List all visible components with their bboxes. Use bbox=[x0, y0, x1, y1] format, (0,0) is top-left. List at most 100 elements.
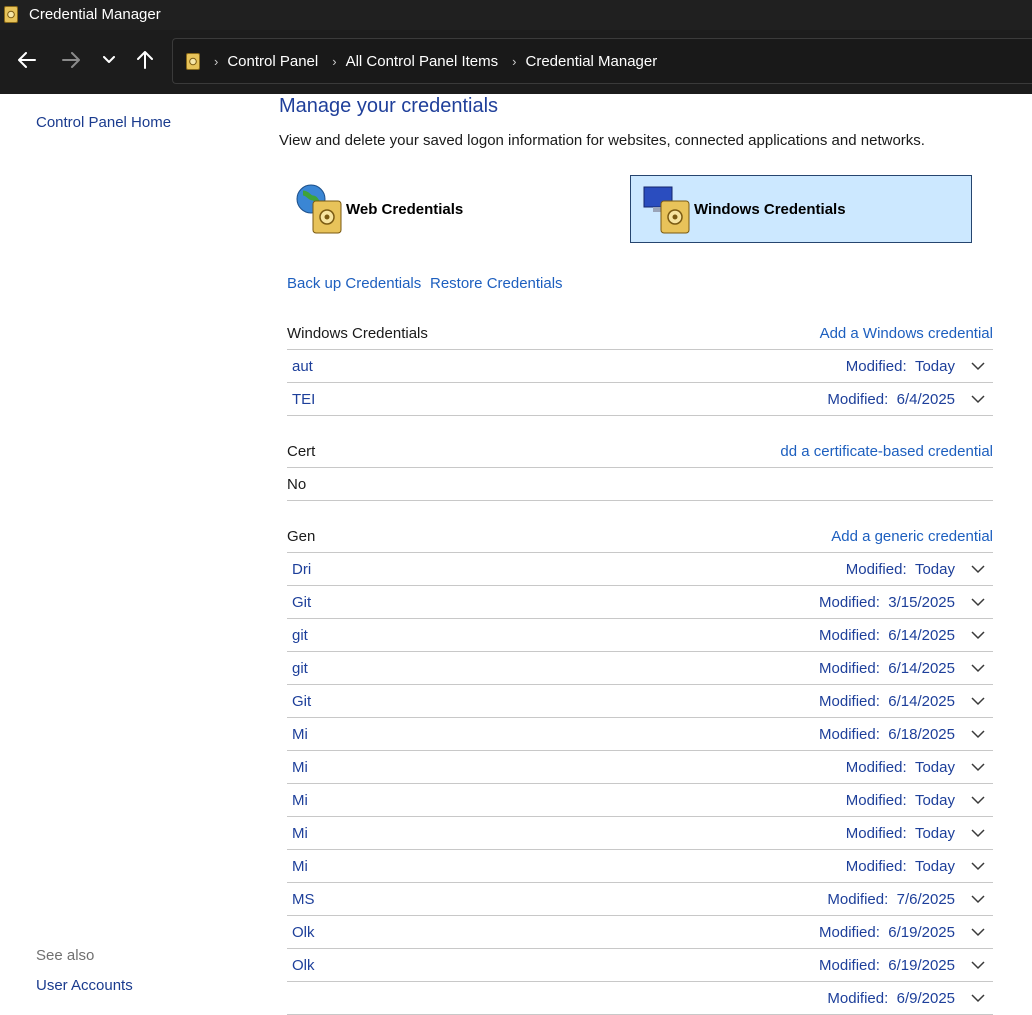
modified-value: Today bbox=[914, 759, 955, 776]
chevron-down-icon[interactable] bbox=[971, 729, 985, 739]
credential-name[interactable]: Mi bbox=[292, 858, 308, 875]
modified-value: 6/19/2025 bbox=[888, 957, 955, 974]
windows-credential-row[interactable]: TEI Modified: 6/4/2025 bbox=[287, 383, 993, 416]
generic-credential-row[interactable]: git Modified: 6/14/2025 bbox=[287, 652, 993, 685]
breadcrumb-control-panel[interactable]: Control Panel bbox=[227, 53, 318, 70]
credential-name[interactable]: Mi bbox=[292, 825, 308, 842]
generic-credential-row[interactable]: Mi Modified: Today bbox=[287, 817, 993, 850]
section-title: Windows Credentials bbox=[287, 325, 428, 342]
modified-label: Modified: bbox=[819, 660, 880, 677]
address-bar[interactable]: › Control Panel › All Control Panel Item… bbox=[172, 38, 1032, 84]
credential-name[interactable]: Mi bbox=[292, 759, 308, 776]
chevron-down-icon[interactable] bbox=[971, 828, 985, 838]
modified-label: Modified: bbox=[819, 924, 880, 941]
modified-date: Modified: Today bbox=[846, 858, 955, 875]
chevron-right-icon: › bbox=[512, 53, 517, 69]
chevron-down-icon[interactable] bbox=[971, 361, 985, 371]
credential-name[interactable]: aut bbox=[292, 358, 313, 375]
modified-label: Modified: bbox=[819, 693, 880, 710]
generic-credential-row[interactable]: Olk Modified: 6/19/2025 bbox=[287, 916, 993, 949]
credential-name[interactable]: Olk bbox=[292, 957, 315, 974]
monitor-vault-icon bbox=[643, 186, 690, 234]
generic-credential-row[interactable]: Dri Modified: Today bbox=[287, 553, 993, 586]
web-credentials-label: Web Credentials bbox=[346, 200, 464, 218]
control-panel-home-link[interactable]: Control Panel Home bbox=[36, 114, 171, 131]
modified-value: 7/6/2025 bbox=[896, 891, 955, 908]
generic-credential-row[interactable]: git Modified: 6/14/2025 bbox=[287, 619, 993, 652]
recent-locations-button[interactable] bbox=[95, 46, 123, 74]
generic-credential-row[interactable]: Mi Modified: 6/18/2025 bbox=[287, 718, 993, 751]
chevron-down-icon[interactable] bbox=[971, 394, 985, 404]
add-generic-credential-link[interactable]: Add a generic credential bbox=[831, 528, 993, 545]
credential-name[interactable]: git bbox=[292, 660, 308, 677]
empty-certificate-row: No bbox=[287, 468, 993, 501]
modified-date: Modified: 6/19/2025 bbox=[819, 924, 955, 941]
generic-credential-row[interactable]: Git Modified: 6/14/2025 bbox=[287, 685, 993, 718]
modified-date: Modified: Today bbox=[846, 792, 955, 809]
chevron-down-icon[interactable] bbox=[971, 993, 985, 1003]
credential-name[interactable]: Mi bbox=[292, 792, 308, 809]
credential-name[interactable]: Git bbox=[292, 693, 311, 710]
modified-value: Today bbox=[914, 825, 955, 842]
chevron-down-icon[interactable] bbox=[971, 663, 985, 673]
credential-name[interactable]: Dri bbox=[292, 561, 311, 578]
chevron-down-icon[interactable] bbox=[971, 696, 985, 706]
modified-label: Modified: bbox=[845, 792, 907, 809]
generic-credential-row[interactable]: MS Modified: 7/6/2025 bbox=[287, 883, 993, 916]
up-button[interactable] bbox=[131, 46, 159, 74]
add-certificate-credential-link[interactable]: dd a certificate-based credential bbox=[780, 443, 993, 460]
chevron-down-icon[interactable] bbox=[971, 795, 985, 805]
restore-credentials-link[interactable]: Restore Credentials bbox=[430, 275, 563, 292]
credential-name[interactable]: Olk bbox=[292, 924, 315, 941]
modified-date: Modified: 3/15/2025 bbox=[819, 594, 955, 611]
page-title: Manage your credentials bbox=[279, 95, 499, 117]
section-title: Cert bbox=[287, 443, 316, 460]
backup-credentials-link[interactable]: Back up Credentials bbox=[287, 275, 421, 292]
windows-credentials-tile[interactable]: Windows Credentials bbox=[630, 175, 972, 243]
breadcrumb-credential-manager[interactable]: Credential Manager bbox=[526, 53, 658, 70]
breadcrumb-all-items[interactable]: All Control Panel Items bbox=[346, 53, 499, 70]
chevron-down-icon[interactable] bbox=[971, 564, 985, 574]
generic-credentials-section: Gen Add a generic credential bbox=[287, 523, 993, 553]
generic-credential-row[interactable]: Mi Modified: Today bbox=[287, 784, 993, 817]
modified-label: Modified: bbox=[819, 627, 880, 644]
credential-name[interactable]: git bbox=[292, 627, 308, 644]
generic-credential-row[interactable]: Mi Modified: Today bbox=[287, 751, 993, 784]
chevron-down-icon[interactable] bbox=[971, 630, 985, 640]
modified-label: Modified: bbox=[845, 759, 907, 776]
modified-date: Modified: 6/9/2025 bbox=[827, 990, 955, 1007]
modified-label: Modified: bbox=[845, 825, 907, 842]
generic-credential-row[interactable]: Olk Modified: 6/19/2025 bbox=[287, 949, 993, 982]
generic-credential-row[interactable]: Modified: 6/9/2025 bbox=[287, 982, 993, 1015]
chevron-down-icon[interactable] bbox=[971, 960, 985, 970]
credential-name[interactable]: Git bbox=[292, 594, 311, 611]
windows-credentials-section: Windows Credentials Add a Windows creden… bbox=[287, 320, 993, 350]
modified-value: 3/15/2025 bbox=[888, 594, 955, 611]
chevron-down-icon[interactable] bbox=[971, 927, 985, 937]
modified-date: Modified: Today bbox=[846, 759, 955, 776]
generic-credential-row[interactable]: Git Modified: 3/15/2025 bbox=[287, 586, 993, 619]
see-also-label: See also bbox=[36, 947, 95, 964]
modified-date: Modified: 6/19/2025 bbox=[819, 957, 955, 974]
user-accounts-link[interactable]: User Accounts bbox=[36, 977, 133, 994]
chevron-down-icon[interactable] bbox=[971, 597, 985, 607]
chevron-down-icon[interactable] bbox=[971, 894, 985, 904]
add-windows-credential-link[interactable]: Add a Windows credential bbox=[820, 325, 993, 342]
credential-name[interactable]: MS bbox=[292, 891, 315, 908]
modified-label: Modified: bbox=[819, 957, 880, 974]
generic-credential-row[interactable]: Mi Modified: Today bbox=[287, 850, 993, 883]
modified-value: Today bbox=[914, 561, 955, 578]
chevron-down-icon[interactable] bbox=[971, 861, 985, 871]
modified-value: 6/4/2025 bbox=[896, 391, 955, 408]
modified-value: 6/14/2025 bbox=[888, 693, 955, 710]
credential-manager-icon bbox=[4, 6, 18, 23]
title-bar: Credential Manager bbox=[0, 0, 1032, 30]
chevron-down-icon[interactable] bbox=[971, 762, 985, 772]
page-description: View and delete your saved logon informa… bbox=[279, 132, 925, 149]
forward-button[interactable] bbox=[57, 46, 85, 74]
credential-name[interactable]: Mi bbox=[292, 726, 308, 743]
windows-credential-row[interactable]: aut Modified: Today bbox=[287, 350, 993, 383]
credential-name[interactable]: TEI bbox=[292, 391, 315, 408]
back-button[interactable] bbox=[13, 46, 41, 74]
web-credentials-tile[interactable]: Web Credentials bbox=[287, 175, 629, 243]
